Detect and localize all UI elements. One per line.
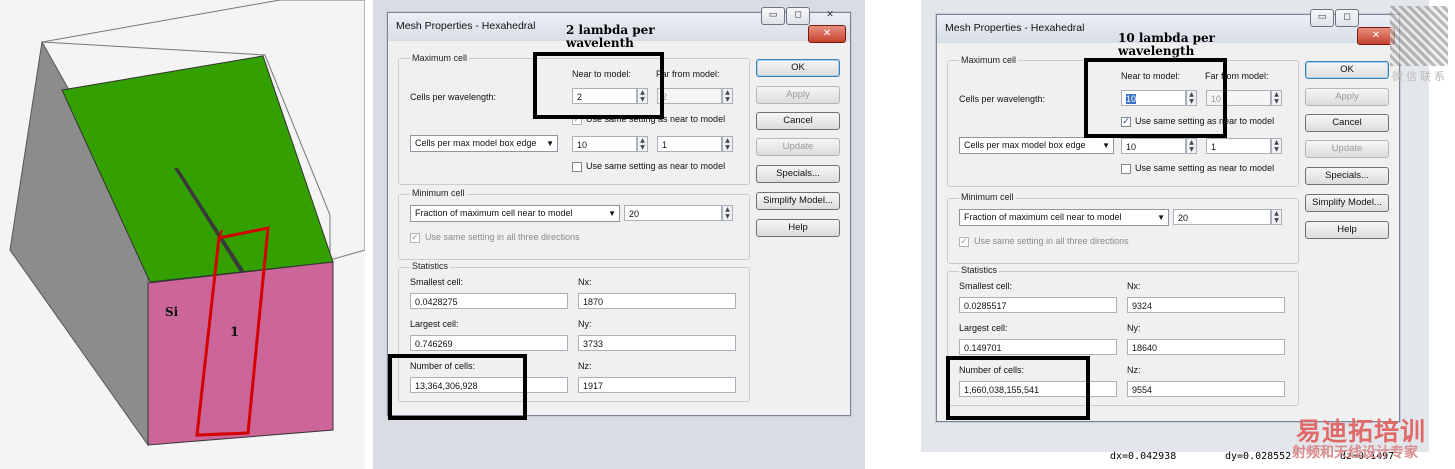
material-label: Si [165, 305, 179, 319]
statistics-label: Statistics [959, 265, 1000, 275]
specials-button[interactable]: Specials... [1305, 167, 1389, 185]
update-button[interactable]: Update [756, 138, 840, 156]
minimum-cell-group [947, 198, 1299, 264]
box-far-input[interactable]: 1 [1206, 138, 1271, 154]
apply-button[interactable]: Apply [756, 86, 840, 104]
region-label: 1 [230, 325, 240, 340]
nz-label: Nz: [1127, 365, 1141, 375]
box-near-input[interactable]: 10 [572, 136, 637, 152]
cancel-button[interactable]: Cancel [756, 112, 840, 130]
min-cell-input[interactable]: 20 [624, 205, 722, 221]
help-button[interactable]: Help [756, 219, 840, 237]
ny-value: 18640 [1127, 339, 1285, 355]
box-same-setting-checkbox[interactable] [572, 162, 582, 172]
far-header: Far from model: [656, 69, 720, 79]
apply-button[interactable]: Apply [1305, 88, 1389, 106]
box-near-spinner[interactable]: ▲ ▼ [637, 136, 648, 152]
maximize-button[interactable]: ◻ [786, 7, 810, 25]
dx-readout: dx=0.042938 [1110, 451, 1177, 462]
smallest-cell-value: 0.0428275 [410, 293, 568, 309]
annotation-box-cell-count [946, 356, 1090, 420]
nx-label: Nx: [578, 277, 592, 287]
box-same-setting-checkbox[interactable] [1121, 164, 1131, 174]
box-edge-combo[interactable]: Cells per max model box edge ▼ [959, 137, 1114, 154]
far-spinner[interactable]: ▲ ▼ [722, 88, 733, 104]
cells-per-wavelength-label: Cells per wavelength: [410, 92, 497, 102]
cancel-button[interactable]: Cancel [1305, 114, 1389, 132]
model-3d-drawing [9, 0, 365, 447]
simplify-model-button[interactable]: Simplify Model... [1305, 194, 1389, 212]
min-cell-input[interactable]: 20 [1173, 209, 1271, 225]
box-far-spinner[interactable]: ▲ ▼ [1271, 138, 1282, 154]
minimize-button[interactable]: ▭ [1310, 9, 1334, 27]
smallest-cell-label: Smallest cell: [959, 281, 1013, 291]
min-cell-combo[interactable]: Fraction of maximum cell near to model ▼ [959, 209, 1169, 226]
three-dirs-label: Use same setting in all three directions [425, 232, 580, 242]
annotation-box-near-value [533, 52, 664, 119]
dialog-title: Mesh Properties - Hexahedral [396, 20, 536, 32]
annotation-box-near-value [1084, 58, 1227, 138]
far-spinner[interactable]: ▲ ▼ [1271, 90, 1282, 106]
maximum-cell-label: Maximum cell [959, 55, 1019, 65]
qr-caption: 微信联系 [1392, 70, 1448, 83]
annotation-text-2-lambda: 2 lambda per wavelenth [566, 23, 655, 50]
model-viewport[interactable]: Si 1 [0, 0, 365, 469]
ok-button[interactable]: OK [756, 59, 840, 77]
min-cell-spinner[interactable]: ▲ ▼ [1271, 209, 1282, 225]
front-face [147, 261, 334, 446]
box-same-setting-label: Use same setting as near to model [586, 161, 726, 171]
nx-value: 1870 [578, 293, 736, 309]
close-button[interactable]: ✕ [808, 25, 846, 43]
largest-cell-label: Largest cell: [959, 323, 1008, 333]
minimum-cell-group [398, 194, 750, 260]
three-dirs-checkbox[interactable]: ✓ [410, 233, 420, 243]
box-near-spinner[interactable]: ▲ ▼ [1186, 138, 1197, 154]
maximize-button[interactable]: ◻ [1335, 9, 1359, 27]
update-button[interactable]: Update [1305, 140, 1389, 158]
minimum-cell-label: Minimum cell [959, 192, 1016, 202]
box-far-spinner[interactable]: ▲ ▼ [722, 136, 733, 152]
nz-value: 1917 [578, 377, 736, 393]
tagline-watermark: 射频和天线设计专家 [1292, 445, 1418, 461]
annotation-box-cell-count [388, 354, 527, 420]
ny-label: Ny: [578, 319, 592, 329]
nz-label: Nz: [578, 361, 592, 371]
largest-cell-label: Largest cell: [410, 319, 459, 329]
largest-cell-value: 0.149701 [959, 339, 1117, 355]
close-x-icon[interactable]: ✕ [818, 7, 842, 25]
specials-button[interactable]: Specials... [756, 165, 840, 183]
three-dirs-checkbox[interactable]: ✓ [959, 237, 969, 247]
dy-readout: dy=0.028552 [1225, 451, 1292, 462]
nx-label: Nx: [1127, 281, 1141, 291]
three-dirs-label: Use same setting in all three directions [974, 236, 1129, 246]
statistics-label: Statistics [410, 261, 451, 271]
simplify-model-button[interactable]: Simplify Model... [756, 192, 840, 210]
maximum-cell-label: Maximum cell [410, 53, 470, 63]
box-far-input[interactable]: 1 [657, 136, 722, 152]
cells-per-wavelength-label: Cells per wavelength: [959, 94, 1046, 104]
help-button[interactable]: Help [1305, 221, 1389, 239]
min-cell-combo[interactable]: Fraction of maximum cell near to model ▼ [410, 205, 620, 222]
min-cell-spinner[interactable]: ▲ ▼ [722, 205, 733, 221]
nx-value: 9324 [1127, 297, 1285, 313]
minimum-cell-label: Minimum cell [410, 188, 467, 198]
qr-code-icon [1390, 6, 1448, 66]
box-edge-combo[interactable]: Cells per max model box edge ▼ [410, 135, 558, 152]
ny-label: Ny: [1127, 323, 1141, 333]
box-near-input[interactable]: 10 [1121, 138, 1186, 154]
nz-value: 9554 [1127, 381, 1285, 397]
ok-button[interactable]: OK [1305, 61, 1389, 79]
box-same-setting-label: Use same setting as near to model [1135, 163, 1275, 173]
minimize-button[interactable]: ▭ [761, 7, 785, 25]
largest-cell-value: 0.746269 [410, 335, 568, 351]
smallest-cell-value: 0.0285517 [959, 297, 1117, 313]
far-cells-per-wavelength-input[interactable]: 2 [657, 88, 722, 104]
smallest-cell-label: Smallest cell: [410, 277, 464, 287]
annotation-text-10-lambda: 10 lambda per wavelength [1118, 31, 1215, 58]
dialog-title: Mesh Properties - Hexahedral [945, 22, 1085, 34]
ny-value: 3733 [578, 335, 736, 351]
